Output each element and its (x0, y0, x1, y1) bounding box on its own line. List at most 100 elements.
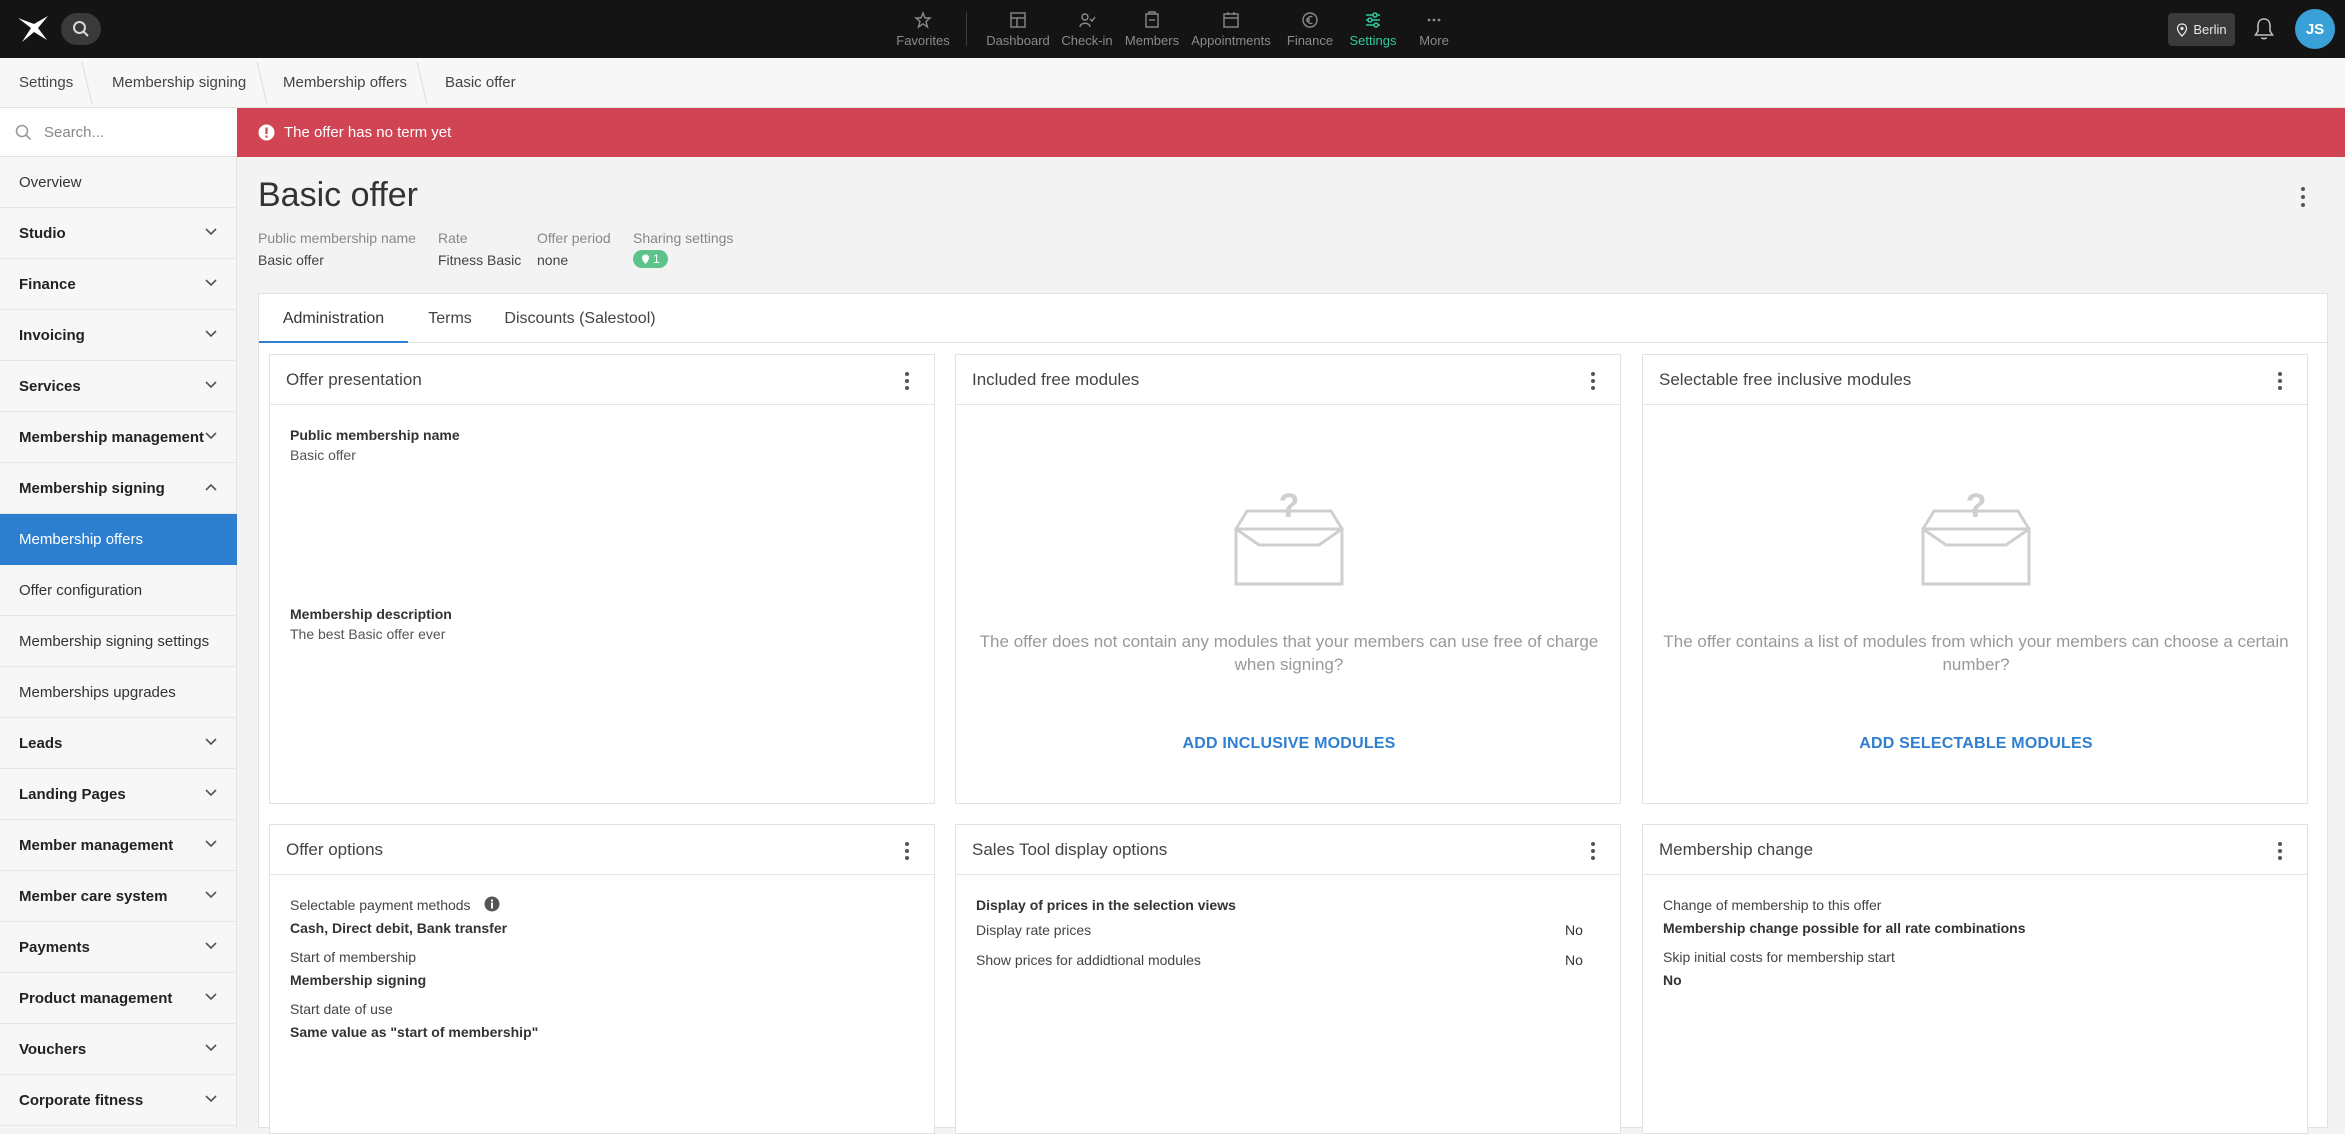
sidebar-item-studio[interactable]: Studio (0, 208, 237, 259)
sidebar-item-invoicing[interactable]: Invoicing (0, 310, 237, 361)
field-label: Show prices for addidtional modules (976, 952, 1201, 968)
sidebar-search-input[interactable] (44, 120, 224, 144)
card-title: Included free modules (972, 370, 1140, 389)
sidebar-item-membership-signing[interactable]: Membership signing (0, 463, 237, 514)
nav-members[interactable]: Members (1124, 0, 1180, 58)
calendar-icon (1223, 11, 1239, 28)
info-icon[interactable] (484, 896, 500, 912)
kebab-menu-icon[interactable] (1590, 371, 1596, 391)
sidebar-item-product-management[interactable]: Product management (0, 973, 237, 1024)
kebab-menu-icon[interactable] (904, 841, 910, 861)
alert-icon (258, 124, 275, 141)
field-value: Basic offer (290, 447, 356, 463)
card-title: Membership change (1659, 840, 1814, 859)
sidebar-item-vouchers[interactable]: Vouchers (0, 1024, 237, 1075)
kebab-menu-icon[interactable] (2277, 841, 2283, 861)
top-bar: Favorites Dashboard Check-in Members App… (0, 0, 2345, 58)
tab-discounts[interactable]: Discounts (Salestool) (492, 294, 668, 343)
sidebar-item-label: Membership signing settings (19, 632, 210, 650)
field-value: Cash, Direct debit, Bank transfer (290, 920, 508, 936)
sharing-count: 1 (653, 252, 660, 266)
tab-terms[interactable]: Terms (408, 294, 492, 343)
notifications-button[interactable] (2253, 17, 2275, 45)
global-search-button[interactable] (61, 13, 101, 45)
sidebar-item-membership-signing-settings[interactable]: Membership signing settings (0, 616, 237, 667)
sidebar-item-overview[interactable]: Overview (0, 157, 237, 208)
field-value: Same value as "start of membership" (290, 1024, 539, 1040)
nav-label: Check-in (1061, 32, 1113, 48)
sidebar-item-label: Offer configuration (19, 581, 143, 599)
nav-label: More (1419, 32, 1449, 48)
sidebar-item-label: Finance (19, 275, 76, 293)
nav-dashboard[interactable]: Dashboard (985, 0, 1051, 58)
card-offer-options: Offer options Selectable payment methods… (269, 824, 935, 1134)
breadcrumb-membership-signing[interactable]: Membership signing (112, 58, 246, 108)
nav-finance[interactable]: Finance (1285, 0, 1335, 58)
sidebar-item-label: Membership offers (19, 530, 143, 548)
card-header: Offer options (270, 825, 934, 875)
add-inclusive-modules-button[interactable]: ADD INCLUSIVE MODULES (976, 735, 1602, 753)
sidebar-item-label: Overview (19, 173, 82, 191)
sidebar-item-membership-offers[interactable]: Membership offers (0, 514, 237, 565)
sidebar-item-membership-management[interactable]: Membership management (0, 412, 237, 463)
breadcrumb: Settings Membership signing Membership o… (0, 58, 2345, 108)
card-title: Offer options (286, 840, 384, 859)
dashboard-icon (1010, 11, 1026, 28)
chevron-down-icon (205, 993, 217, 1001)
checkin-icon (1079, 12, 1096, 27)
field-value: No (1565, 922, 1583, 938)
kebab-menu-icon[interactable] (904, 371, 910, 391)
nav-check-in[interactable]: Check-in (1060, 0, 1114, 58)
field-value: No (1565, 952, 1583, 968)
sidebar-item-member-management[interactable]: Member management (0, 820, 237, 871)
sidebar-item-payments[interactable]: Payments (0, 922, 237, 973)
star-icon (914, 10, 932, 29)
field-label: Selectable payment methods (290, 897, 471, 913)
breadcrumb-separator-icon (256, 62, 268, 104)
nav-label: Finance (1286, 32, 1334, 48)
chevron-down-icon (205, 840, 217, 848)
nav-settings[interactable]: Settings (1348, 0, 1398, 58)
app-logo[interactable] (14, 10, 52, 48)
kebab-menu-icon[interactable] (2300, 186, 2306, 208)
sidebar-item-label: Landing Pages (19, 785, 126, 803)
nav-favorites[interactable]: Favorites (896, 0, 950, 58)
tab-administration[interactable]: Administration (259, 294, 408, 343)
sidebar-item-landing-pages[interactable]: Landing Pages (0, 769, 237, 820)
sidebar-item-leads[interactable]: Leads (0, 718, 237, 769)
card-header: Sales Tool display options (956, 825, 1620, 875)
field-value: No (1663, 972, 1682, 988)
nav-appointments[interactable]: Appointments (1191, 0, 1271, 58)
nav-label: Members (1124, 32, 1180, 48)
breadcrumb-settings[interactable]: Settings (19, 58, 73, 108)
kebab-menu-icon[interactable] (1590, 841, 1596, 861)
sidebar-item-corporate-fitness[interactable]: Corporate fitness (0, 1075, 237, 1126)
sharing-badge[interactable]: 1 (633, 250, 668, 268)
sidebar-item-services[interactable]: Services (0, 361, 237, 412)
search-icon (15, 124, 32, 141)
empty-box-icon: ? (1921, 493, 2031, 586)
user-avatar[interactable]: JS (2295, 9, 2335, 49)
add-selectable-modules-button[interactable]: ADD SELECTABLE MODULES (1663, 735, 2289, 753)
sidebar-item-memberships-upgrades[interactable]: Memberships upgrades (0, 667, 237, 718)
sidebar-item-label: Payments (19, 938, 90, 956)
sidebar-item-member-care-system[interactable]: Member care system (0, 871, 237, 922)
sliders-icon (1366, 11, 1380, 28)
chevron-down-icon (205, 381, 217, 389)
location-label: Berlin (2193, 22, 2227, 37)
chevron-down-icon (205, 942, 217, 950)
location-button[interactable]: Berlin (2168, 13, 2235, 46)
meta-value: Fitness Basic (438, 252, 522, 268)
field-label: Start date of use (290, 1001, 393, 1017)
sidebar-item-label: Invoicing (19, 326, 85, 344)
field-label: Skip initial costs for membership start (1663, 949, 1895, 965)
sidebar-item-label: Product management (19, 989, 173, 1007)
sidebar-item-finance[interactable]: Finance (0, 259, 237, 310)
empty-box-icon: ? (1234, 493, 1344, 586)
kebab-menu-icon[interactable] (2277, 371, 2283, 391)
sidebar-item-label: Member management (19, 836, 174, 854)
sidebar-item-offer-configuration[interactable]: Offer configuration (0, 565, 237, 616)
chevron-down-icon (205, 738, 217, 746)
nav-more[interactable]: More (1418, 0, 1450, 58)
breadcrumb-membership-offers[interactable]: Membership offers (283, 58, 407, 108)
